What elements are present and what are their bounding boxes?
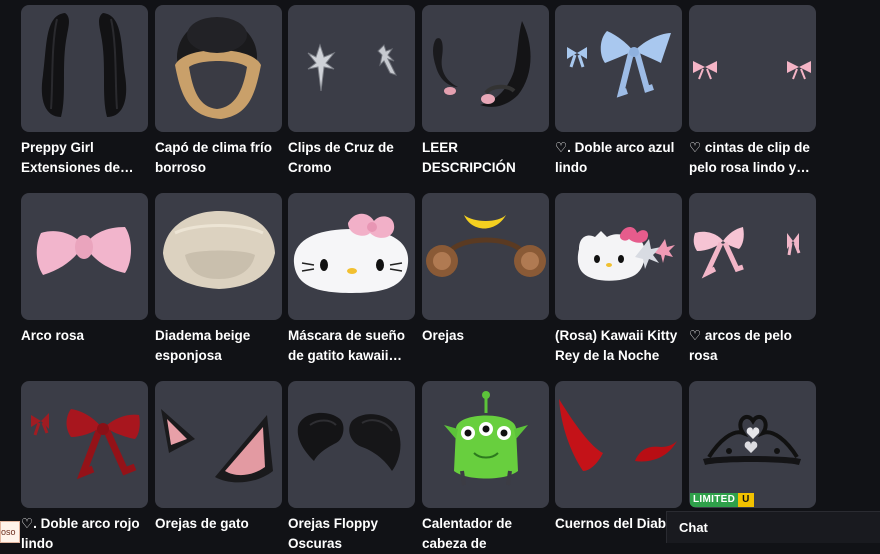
beige-headband-icon bbox=[163, 211, 275, 289]
kitty-sleep-mask-icon bbox=[293, 213, 409, 293]
catalog-item[interactable]: Máscara de sueño de gatito kawaii… bbox=[288, 193, 415, 363]
item-name[interactable]: (Rosa) Kawaii Kitty Rey de la Noche bbox=[555, 326, 680, 366]
catalog-item[interactable]: ♡ arcos de pelo rosa bbox=[689, 193, 816, 363]
item-thumbnail[interactable] bbox=[21, 381, 148, 508]
catalog-item[interactable]: Capó de clima frío borroso bbox=[155, 5, 282, 175]
item-thumbnail[interactable] bbox=[555, 193, 682, 320]
floppy-ears-icon bbox=[297, 412, 401, 471]
item-name[interactable]: Cuernos del Diab bbox=[555, 514, 680, 534]
item-name[interactable]: Diadema beige esponjosa bbox=[155, 326, 280, 366]
edge-tag-label: oso bbox=[1, 527, 16, 537]
item-thumbnail[interactable] bbox=[155, 381, 282, 508]
item-thumbnail[interactable] bbox=[689, 5, 816, 132]
chat-label: Chat bbox=[679, 520, 708, 535]
alien-hat-icon bbox=[444, 391, 528, 486]
item-name[interactable]: ♡ cintas de clip de pelo rosa lindo y… bbox=[689, 138, 814, 178]
black-tiara-icon bbox=[703, 414, 801, 465]
kitty-head-icon bbox=[577, 227, 675, 281]
catalog-item[interactable]: Orejas de gato bbox=[155, 381, 282, 531]
item-name[interactable]: ♡. Doble arco rojo lindo bbox=[21, 514, 146, 554]
pink-hair-bows-icon bbox=[693, 227, 801, 279]
item-thumbnail[interactable] bbox=[555, 381, 682, 508]
catalog-item[interactable]: LIMITED U bbox=[689, 381, 816, 508]
item-thumbnail[interactable] bbox=[21, 193, 148, 320]
cat-ears-icon bbox=[161, 409, 273, 483]
edge-tag: oso bbox=[0, 521, 20, 543]
chat-panel-toggle[interactable]: Chat bbox=[666, 511, 880, 543]
dark-horns-icon bbox=[433, 21, 531, 107]
item-name[interactable]: Máscara de sueño de gatito kawaii… bbox=[288, 326, 413, 366]
item-thumbnail[interactable] bbox=[21, 5, 148, 132]
item-name[interactable]: ♡. Doble arco azul lindo bbox=[555, 138, 680, 178]
pink-ribbons-icon bbox=[693, 61, 811, 80]
item-thumbnail[interactable] bbox=[155, 193, 282, 320]
catalog-item[interactable]: Cuernos del Diab bbox=[555, 381, 682, 531]
item-thumbnail[interactable] bbox=[288, 193, 415, 320]
item-thumbnail[interactable] bbox=[288, 381, 415, 508]
catalog-grid: Preppy Girl Extensiones de… Capó de clim… bbox=[0, 0, 880, 551]
chrome-cross-clips-icon bbox=[307, 43, 397, 92]
devil-horns-icon bbox=[559, 399, 677, 471]
limited-badge: LIMITED U bbox=[690, 493, 754, 507]
item-thumbnail[interactable] bbox=[555, 5, 682, 132]
monkey-ears-icon bbox=[426, 215, 546, 277]
item-name[interactable]: Arco rosa bbox=[21, 326, 146, 346]
red-bows-icon bbox=[31, 409, 140, 480]
fuzzy-hood-icon bbox=[175, 17, 261, 119]
item-name[interactable]: LEER DESCRIPCIÓN bbox=[422, 138, 547, 178]
catalog-item[interactable]: Diadema beige esponjosa bbox=[155, 193, 282, 363]
catalog-item[interactable]: Calentador de cabeza de bbox=[422, 381, 549, 551]
catalog-item[interactable]: (Rosa) Kawaii Kitty Rey de la Noche bbox=[555, 193, 682, 363]
black-hair-extensions-icon bbox=[41, 13, 127, 117]
catalog-item[interactable]: Orejas bbox=[422, 193, 549, 343]
item-name[interactable]: Orejas Floppy Oscuras bbox=[288, 514, 413, 554]
catalog-item[interactable]: Preppy Girl Extensiones de… bbox=[21, 5, 148, 175]
item-name[interactable]: Orejas de gato bbox=[155, 514, 280, 534]
pink-bow-icon bbox=[36, 227, 131, 275]
item-thumbnail[interactable] bbox=[288, 5, 415, 132]
item-thumbnail[interactable] bbox=[422, 193, 549, 320]
catalog-item[interactable]: Orejas Floppy Oscuras bbox=[288, 381, 415, 551]
item-name[interactable]: Capó de clima frío borroso bbox=[155, 138, 280, 178]
catalog-item[interactable]: ♡. Doble arco azul lindo bbox=[555, 5, 682, 175]
item-thumbnail[interactable] bbox=[422, 5, 549, 132]
item-name[interactable]: Calentador de cabeza de bbox=[422, 514, 547, 554]
item-thumbnail[interactable] bbox=[155, 5, 282, 132]
item-thumbnail[interactable] bbox=[689, 193, 816, 320]
item-thumbnail[interactable]: LIMITED U bbox=[689, 381, 816, 508]
item-name[interactable]: Orejas bbox=[422, 326, 547, 346]
item-name[interactable]: Preppy Girl Extensiones de… bbox=[21, 138, 146, 178]
catalog-item[interactable]: Clips de Cruz de Cromo bbox=[288, 5, 415, 175]
item-name[interactable]: Clips de Cruz de Cromo bbox=[288, 138, 413, 178]
item-thumbnail[interactable] bbox=[422, 381, 549, 508]
catalog-item[interactable]: ♡. Doble arco rojo lindo bbox=[21, 381, 148, 551]
blue-bows-icon bbox=[567, 31, 671, 98]
catalog-item[interactable]: Arco rosa bbox=[21, 193, 148, 343]
unique-label: U bbox=[738, 493, 754, 507]
catalog-item[interactable]: LEER DESCRIPCIÓN bbox=[422, 5, 549, 175]
limited-label: LIMITED bbox=[690, 493, 739, 507]
item-name[interactable]: ♡ arcos de pelo rosa bbox=[689, 326, 814, 366]
catalog-item[interactable]: ♡ cintas de clip de pelo rosa lindo y… bbox=[689, 5, 816, 175]
